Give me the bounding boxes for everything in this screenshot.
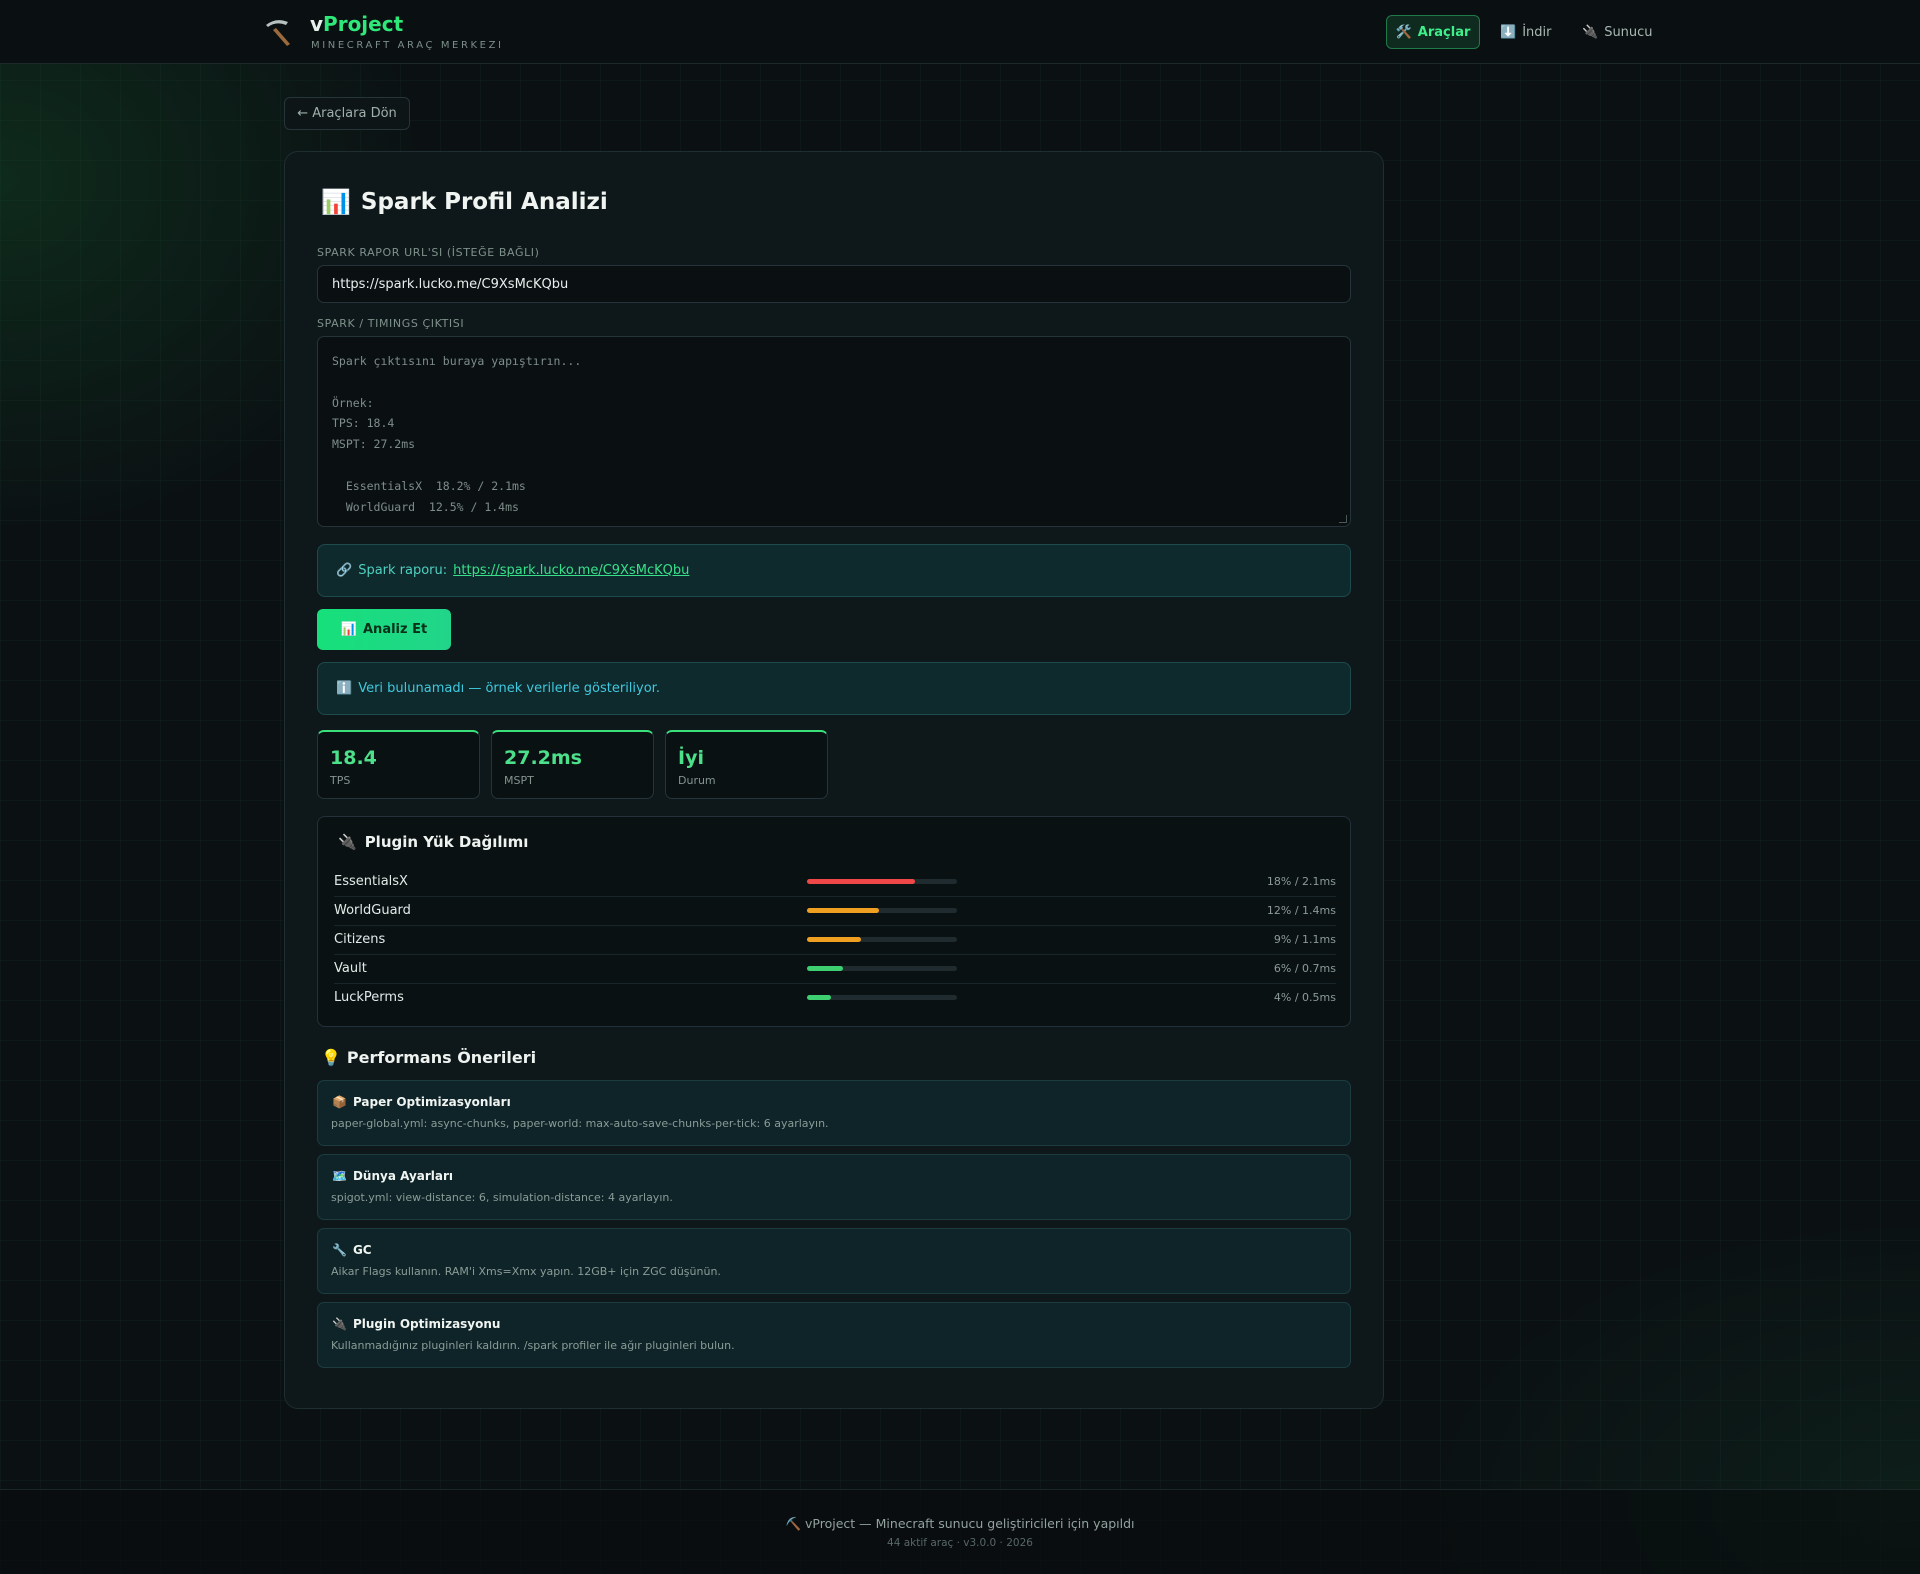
link-icon: 🔗: [336, 563, 353, 578]
plugin-stat: 18% / 2.1ms: [1266, 875, 1336, 888]
nav-server-link[interactable]: 🔌 Sunucu: [1582, 15, 1653, 49]
server-icon: 🔌: [1582, 24, 1599, 40]
recommendations-title: 💡 Performans Önerileri: [321, 1048, 537, 1067]
plugin-stat: 6% / 0.7ms: [1273, 962, 1336, 975]
plugin-row: Citizens 9% / 1.1ms: [334, 926, 1336, 955]
plugin-stat: 9% / 1.1ms: [1273, 933, 1336, 946]
recommendation-item: 📦 Paper Optimizasyonları paper-global.yml:…: [317, 1080, 1351, 1146]
brand-subtitle: MINECRAFT ARAÇ MERKEZI: [311, 40, 504, 51]
plugin-load-bar: [807, 966, 957, 971]
recommendation-icon: 🔧: [332, 1243, 347, 1257]
stat-tps: 18.4 TPS: [317, 730, 480, 799]
recommendation-title: 🔌 Plugin Optimizasyonu: [332, 1317, 501, 1331]
top-header: vProject MINECRAFT ARAÇ MERKEZI 🛠️ Araçl…: [0, 0, 1920, 64]
recommendation-desc: Aikar Flags kullanın. RAM'i Xms=Xmx yapı…: [331, 1265, 721, 1278]
recommendation-icon: 🔌: [332, 1317, 347, 1331]
plugin-stat: 4% / 0.5ms: [1273, 991, 1336, 1004]
info-icon: ℹ️: [336, 681, 353, 696]
url-label: SPARK RAPOR URL'SI (İSTEĞE BAĞLI): [317, 246, 540, 259]
recommendation-item: 🔌 Plugin Optimizasyonu Kullanmadığınız plu…: [317, 1302, 1351, 1368]
plugin-load-title: 🔌 Plugin Yük Dağılımı: [338, 833, 529, 851]
plugin-name: Citizens: [334, 932, 386, 947]
recommendation-title: 🔧 GC: [332, 1243, 372, 1257]
plugin-load-fill: [807, 937, 861, 942]
plugin-row: LuckPerms 4% / 0.5ms: [334, 984, 1336, 1013]
analyze-button[interactable]: 📊 Analiz Et: [317, 609, 451, 650]
recommendation-desc: Kullanmadığınız pluginleri kaldırın. /sp…: [331, 1339, 735, 1352]
brand-title[interactable]: vProject: [310, 12, 403, 36]
tools-icon: 🛠️: [1395, 24, 1412, 40]
plug-icon: 🔌: [338, 833, 357, 851]
plugin-load-bar: [807, 937, 957, 942]
footer-version: 44 aktif araç · v3.0.0 · 2026: [887, 1537, 1033, 1549]
recommendation-icon: 📦: [332, 1095, 347, 1109]
chart-icon: 📊: [340, 622, 357, 637]
plugin-row: Vault 6% / 0.7ms: [334, 955, 1336, 984]
download-icon: ⬇️: [1500, 24, 1517, 40]
plugin-load-fill: [807, 995, 831, 1000]
plugin-name: LuckPerms: [334, 990, 404, 1005]
plugin-row: EssentialsX 18% / 2.1ms: [334, 868, 1336, 897]
recommendation-desc: paper-global.yml: async-chunks, paper-wo…: [331, 1117, 829, 1130]
info-banner: ℹ️ Veri bulunamadı — örnek verilerle gös…: [317, 662, 1351, 715]
plugin-name: WorldGuard: [334, 903, 411, 918]
back-to-tools-button[interactable]: ← Araçlara Dön: [284, 97, 410, 130]
spark-output-textarea[interactable]: Spark çıktısını buraya yapıştırın... Örn…: [317, 336, 1351, 527]
spark-report-link[interactable]: https://spark.lucko.me/C9XsMcKQbu: [453, 563, 689, 578]
page-footer: ⛏️ vProject — Minecraft sunucu geliştiri…: [0, 1489, 1920, 1574]
plugin-load-panel: 🔌 Plugin Yük Dağılımı EssentialsX 18% / 2…: [317, 816, 1351, 1027]
recommendation-item: 🔧 GC Aikar Flags kullanın. RAM'i Xms=Xmx y…: [317, 1228, 1351, 1294]
pickaxe-icon: ⛏️: [785, 1516, 802, 1531]
plugin-load-fill: [807, 908, 879, 913]
page-title: 📊 Spark Profil Analizi: [321, 188, 608, 216]
output-label: SPARK / TIMINGS ÇIKTISI: [317, 317, 465, 330]
nav-tools-button[interactable]: 🛠️ Araçlar: [1386, 15, 1480, 49]
spark-report-banner: 🔗 Spark raporu: https://spark.lucko.me/C…: [317, 544, 1351, 597]
spark-url-input[interactable]: [317, 265, 1351, 303]
recommendation-title: 🗺️ Dünya Ayarları: [332, 1169, 454, 1183]
plugin-row: WorldGuard 12% / 1.4ms: [334, 897, 1336, 926]
recommendation-item: 🗺️ Dünya Ayarları spigot.yml: view-distanc…: [317, 1154, 1351, 1220]
stat-mspt: 27.2ms MSPT: [491, 730, 654, 799]
plugin-load-bar: [807, 879, 957, 884]
plugin-load-fill: [807, 966, 843, 971]
plugin-load-fill: [807, 879, 915, 884]
pickaxe-icon[interactable]: [262, 16, 294, 48]
plugin-load-bar: [807, 995, 957, 1000]
recommendation-desc: spigot.yml: view-distance: 6, simulation…: [331, 1191, 673, 1204]
lightbulb-icon: 💡: [321, 1048, 341, 1067]
spark-analyzer-card: 📊 Spark Profil Analizi SPARK RAPOR URL'S…: [284, 151, 1384, 1409]
chart-icon: 📊: [321, 188, 351, 216]
plugin-name: EssentialsX: [334, 874, 408, 889]
stat-status: İyi Durum: [665, 730, 828, 799]
nav-download-link[interactable]: ⬇️ İndir: [1500, 15, 1551, 49]
plugin-stat: 12% / 1.4ms: [1266, 904, 1336, 917]
footer-credit: ⛏️ vProject — Minecraft sunucu geliştiri…: [785, 1516, 1135, 1531]
resize-handle[interactable]: [1339, 515, 1347, 523]
plugin-name: Vault: [334, 961, 367, 976]
recommendation-icon: 🗺️: [332, 1169, 347, 1183]
recommendation-title: 📦 Paper Optimizasyonları: [332, 1095, 511, 1109]
plugin-load-bar: [807, 908, 957, 913]
